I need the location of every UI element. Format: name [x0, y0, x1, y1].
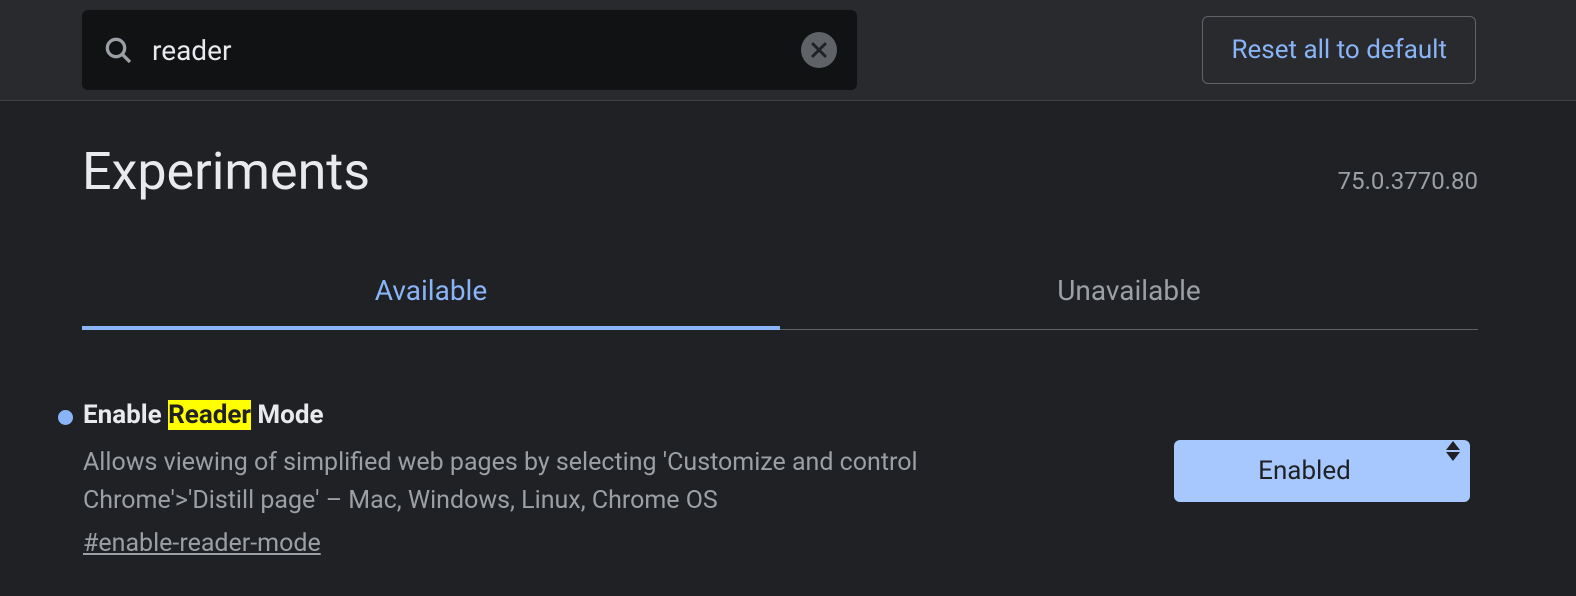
- search-icon: [102, 34, 134, 66]
- content-area: Experiments 75.0.3770.80 Available Unava…: [0, 101, 1576, 558]
- flag-title-highlight: Reader: [168, 400, 251, 430]
- flag-title-post: Mode: [251, 400, 324, 430]
- flag-item: Enable Reader Mode Allows viewing of sim…: [58, 400, 1478, 558]
- reset-all-button[interactable]: Reset all to default: [1202, 16, 1476, 84]
- modified-indicator-icon: [58, 410, 73, 425]
- flag-body: Enable Reader Mode Allows viewing of sim…: [83, 400, 1174, 558]
- search-input[interactable]: [152, 34, 801, 67]
- search-container: [82, 10, 857, 90]
- flag-title: Enable Reader Mode: [83, 400, 1144, 430]
- version-text: 75.0.3770.80: [1338, 167, 1478, 195]
- tabs: Available Unavailable: [82, 252, 1478, 330]
- flag-select-wrap: Enabled: [1174, 400, 1478, 502]
- page-title: Experiments: [82, 141, 370, 202]
- close-icon: [810, 41, 828, 59]
- header-bar: Reset all to default: [0, 0, 1576, 101]
- tab-available[interactable]: Available: [82, 252, 780, 329]
- flag-title-pre: Enable: [83, 400, 168, 430]
- flag-state-select[interactable]: Enabled: [1174, 440, 1470, 502]
- flag-description: Allows viewing of simplified web pages b…: [83, 444, 1083, 519]
- flag-hash-link[interactable]: #enable-reader-mode: [83, 529, 321, 558]
- clear-search-button[interactable]: [801, 32, 837, 68]
- title-row: Experiments 75.0.3770.80: [82, 141, 1478, 202]
- tab-unavailable[interactable]: Unavailable: [780, 252, 1478, 329]
